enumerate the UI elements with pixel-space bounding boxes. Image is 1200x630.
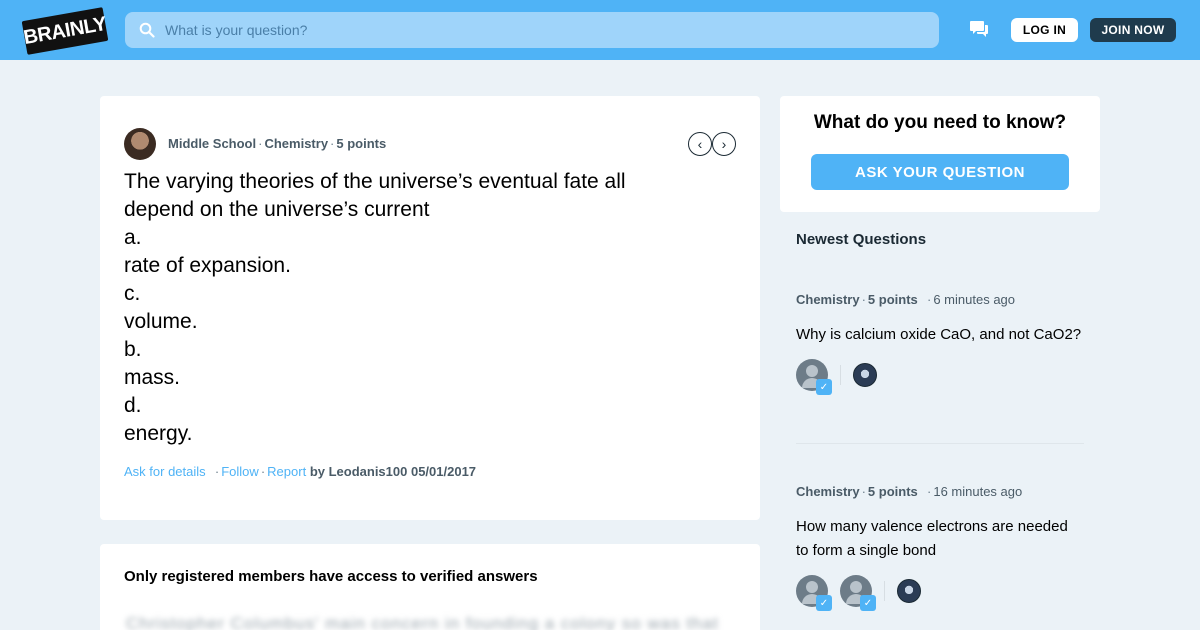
question-subject[interactable]: Chemistry bbox=[264, 136, 328, 151]
messages-icon[interactable] bbox=[969, 20, 989, 38]
newest-item-time: 6 minutes ago bbox=[933, 292, 1016, 307]
answers-locked-title: Only registered members have access to v… bbox=[124, 568, 538, 585]
newest-item-points: 5 points bbox=[867, 292, 918, 307]
follow-link[interactable]: Follow bbox=[221, 464, 259, 479]
verified-check-icon: ✓ bbox=[816, 379, 832, 395]
avatar-divider bbox=[840, 365, 841, 385]
avatar[interactable] bbox=[853, 363, 877, 387]
newest-item-subject[interactable]: Chemistry bbox=[796, 292, 860, 307]
question-line: a. bbox=[124, 226, 142, 249]
answerer-avatars: ✓ ✓ bbox=[796, 575, 1084, 611]
asker-avatar[interactable] bbox=[124, 128, 156, 160]
list-item[interactable]: Chemistry · 5 points · 6 minutes ago Why is… bbox=[796, 292, 1084, 395]
question-text: The varying theories of the universe’s e… bbox=[124, 168, 736, 448]
newest-item-meta: Chemistry · 5 points · 16 minutes ago bbox=[796, 484, 1023, 499]
newest-item-time: 16 minutes ago bbox=[933, 484, 1023, 499]
ask-your-question-button[interactable]: ASK YOUR QUESTION bbox=[811, 154, 1069, 190]
report-link[interactable]: Report bbox=[267, 464, 306, 479]
search-icon bbox=[139, 22, 155, 38]
ask-card: What do you need to know? ASK YOUR QUEST… bbox=[780, 96, 1100, 212]
newest-item-text[interactable]: How many valence electrons are needed to… bbox=[796, 515, 1084, 563]
question-line: b. bbox=[124, 338, 142, 361]
avatar[interactable] bbox=[897, 579, 921, 603]
verified-check-icon: ✓ bbox=[860, 595, 876, 611]
question-card: Middle School · Chemistry · 5 points ‹ › The… bbox=[100, 96, 760, 520]
avatar[interactable]: ✓ bbox=[796, 359, 832, 395]
search-bar[interactable] bbox=[125, 12, 939, 48]
question-line: energy. bbox=[124, 422, 193, 445]
newest-item-subject[interactable]: Chemistry bbox=[796, 484, 860, 499]
avatar-divider bbox=[884, 581, 885, 601]
question-level[interactable]: Middle School bbox=[168, 136, 256, 151]
chevron-right-icon[interactable]: › bbox=[712, 132, 736, 156]
top-bar: BRAINLY LOG IN JOIN NOW bbox=[0, 0, 1200, 60]
question-byline: by Leodanis100 05/01/2017 bbox=[309, 464, 477, 479]
ask-for-details-link[interactable]: Ask for details bbox=[124, 464, 206, 479]
question-points: 5 points bbox=[336, 136, 387, 151]
question-line: rate of expansion. bbox=[124, 254, 291, 277]
question-line: volume. bbox=[124, 310, 198, 333]
answers-card: Only registered members have access to v… bbox=[100, 544, 760, 630]
newest-questions-title: Newest Questions bbox=[796, 231, 927, 248]
logo-text: BRAINLY bbox=[21, 12, 108, 49]
question-line: The varying theories of the universe’s e… bbox=[124, 170, 626, 193]
question-meta: Middle School · Chemistry · 5 points bbox=[168, 136, 387, 151]
search-input[interactable] bbox=[165, 12, 925, 48]
blurred-answer: Christopher Columbus' main concern in fo… bbox=[126, 614, 719, 630]
list-divider bbox=[796, 443, 1084, 444]
newest-item-meta: Chemistry · 5 points · 6 minutes ago bbox=[796, 292, 1016, 307]
question-nav: ‹ › bbox=[688, 132, 736, 156]
verified-check-icon: ✓ bbox=[816, 595, 832, 611]
answerer-avatars: ✓ bbox=[796, 359, 1084, 395]
login-button[interactable]: LOG IN bbox=[1011, 18, 1078, 42]
question-line: depend on the universe’s current bbox=[124, 198, 430, 221]
avatar[interactable]: ✓ bbox=[796, 575, 832, 611]
question-line: mass. bbox=[124, 366, 181, 389]
avatar[interactable]: ✓ bbox=[840, 575, 876, 611]
brainly-logo[interactable]: BRAINLY bbox=[21, 7, 109, 55]
newest-item-points: 5 points bbox=[867, 484, 918, 499]
newest-item-text[interactable]: Why is calcium oxide CaO, and not CaO2? bbox=[796, 323, 1084, 347]
question-line: c. bbox=[124, 282, 141, 305]
question-line: d. bbox=[124, 394, 142, 417]
chevron-left-icon[interactable]: ‹ bbox=[688, 132, 712, 156]
ask-title: What do you need to know? bbox=[813, 112, 1067, 133]
list-item[interactable]: Chemistry · 5 points · 16 minutes ago How m… bbox=[796, 484, 1084, 611]
join-now-button[interactable]: JOIN NOW bbox=[1090, 18, 1176, 42]
question-actions: Ask for details · Follow · Report by Leodan… bbox=[124, 464, 477, 479]
